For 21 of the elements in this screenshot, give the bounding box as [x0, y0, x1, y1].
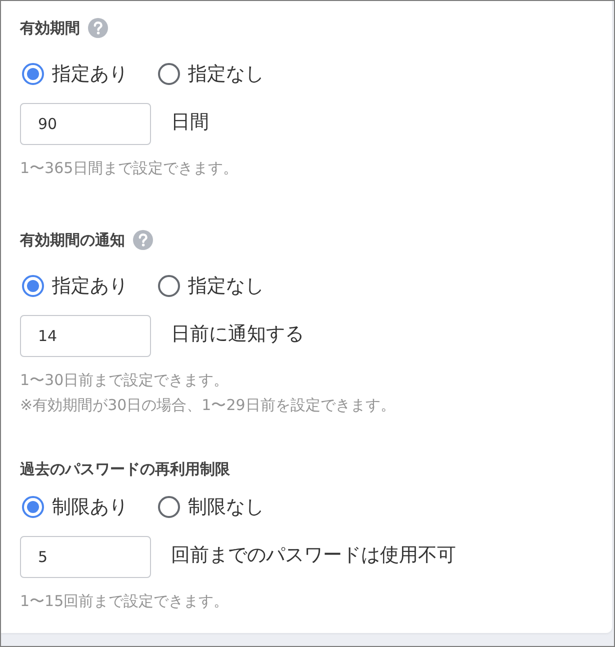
unit-label: 日間: [171, 110, 209, 135]
section-title: 過去のパスワードの再利用制限: [20, 459, 230, 479]
radio-option[interactable]: 制限あり: [22, 494, 128, 520]
input-field[interactable]: 14: [20, 315, 151, 357]
radio-option[interactable]: 指定あり: [22, 273, 128, 299]
hint-text: ※有効期間が30日の場合、1〜29日前を設定できます。: [20, 395, 396, 416]
radio-option[interactable]: 指定あり: [22, 61, 128, 87]
radio-option[interactable]: 制限なし: [158, 494, 264, 520]
section-title: 有効期間の通知: [20, 230, 125, 250]
input-field[interactable]: 90: [20, 103, 151, 145]
hint-text: 1〜15回前まで設定できます。: [20, 591, 230, 612]
hint-text: 1〜30日前まで設定できます。: [20, 370, 230, 391]
help-icon[interactable]: [133, 230, 153, 250]
radio-option[interactable]: 指定なし: [158, 61, 264, 87]
help-icon[interactable]: [88, 18, 108, 38]
hint-text: 1〜365日間まで設定できます。: [20, 158, 240, 179]
section-title: 有効期間: [20, 18, 80, 38]
input-field[interactable]: 5: [20, 536, 151, 578]
unit-label: 日前に通知する: [171, 322, 304, 347]
radio-option[interactable]: 指定なし: [158, 273, 264, 299]
unit-label: 回前までのパスワードは使用不可: [171, 543, 456, 568]
